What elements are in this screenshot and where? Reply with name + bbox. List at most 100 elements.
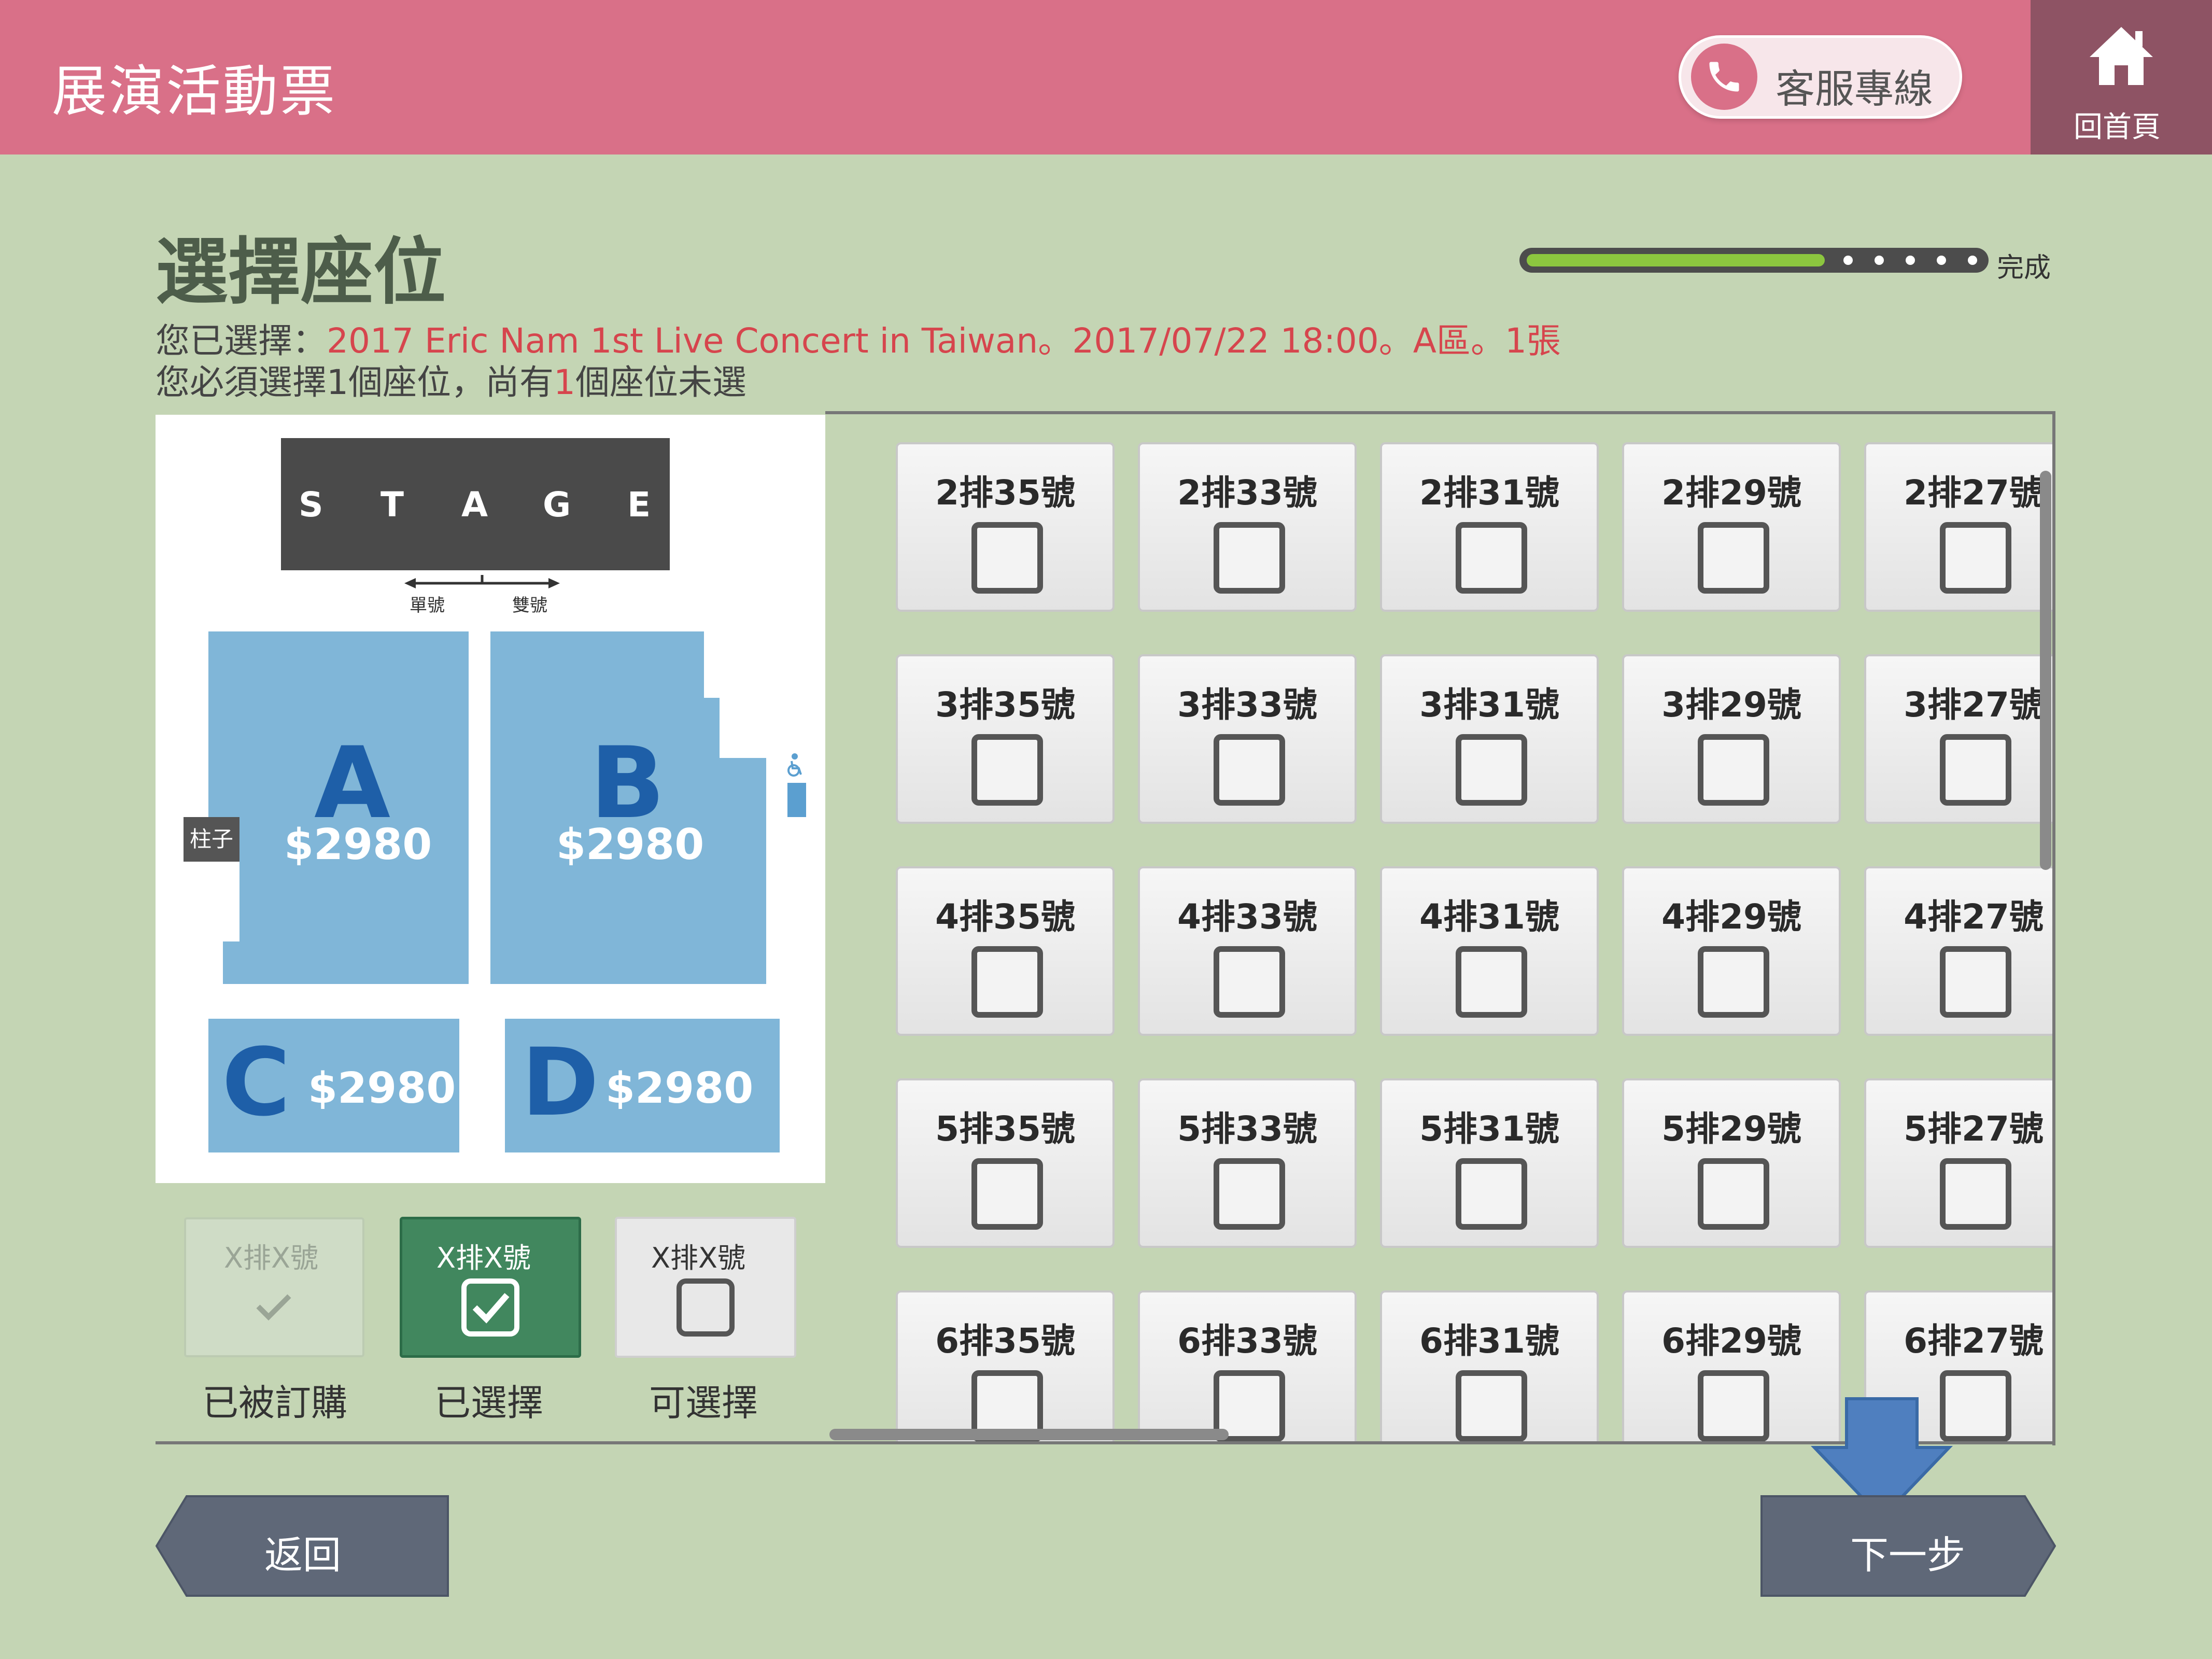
progress-step-dot — [1906, 256, 1915, 265]
progress-step-dot — [1968, 256, 1977, 265]
back-button[interactable]: 返回 — [156, 1494, 450, 1598]
page-title: 選擇座位 — [156, 230, 446, 315]
progress-step-dot — [1843, 256, 1853, 265]
section-d-letter: D — [522, 1029, 599, 1137]
seat-requirement: 您必須選擇1個座位，尚有1個座位未選 — [156, 355, 746, 404]
seat-tile[interactable]: 6排35號 — [896, 1290, 1115, 1441]
seat-tile[interactable]: 2排33號 — [1138, 442, 1357, 612]
seat-checkbox[interactable] — [1214, 946, 1285, 1018]
seat-label: 5排29號 — [1661, 1109, 1801, 1149]
seat-grid: 2排35號 2排33號 2排31號 2排29號 2排27號 3排35號 3排33號 3排31號… — [828, 414, 2052, 1441]
seat-checkbox[interactable] — [1940, 1158, 2011, 1230]
seat-checkbox[interactable] — [1940, 946, 2011, 1018]
seat-tile[interactable]: 4排31號 — [1380, 866, 1599, 1036]
remaining-count: 1 — [554, 362, 575, 402]
empty-checkbox-icon — [677, 1278, 735, 1337]
seat-tile[interactable]: 2排27號 — [1864, 442, 2052, 612]
seat-tile[interactable]: 6排29號 — [1622, 1290, 1841, 1441]
seat-tile[interactable]: 5排35號 — [896, 1078, 1115, 1248]
seat-checkbox[interactable] — [1214, 734, 1285, 806]
seat-tile[interactable]: 4排35號 — [896, 866, 1115, 1036]
seat-checkbox[interactable] — [1698, 946, 1769, 1018]
seat-label: 5排33號 — [1177, 1109, 1317, 1149]
seat-label: 2排35號 — [935, 473, 1075, 513]
seat-checkbox[interactable] — [971, 1158, 1043, 1230]
seat-label: 4排35號 — [935, 897, 1075, 937]
seat-tile[interactable]: 6排31號 — [1380, 1290, 1599, 1441]
seat-tile[interactable]: 5排27號 — [1864, 1078, 2052, 1248]
direction-arrow-icon — [404, 575, 560, 588]
seat-tile[interactable]: 6排33號 — [1138, 1290, 1357, 1441]
seat-checkbox[interactable] — [1214, 522, 1285, 594]
seat-tile[interactable]: 5排33號 — [1138, 1078, 1357, 1248]
seat-label: 4排33號 — [1177, 897, 1317, 937]
checked-checkbox-icon — [461, 1278, 519, 1337]
seat-checkbox[interactable] — [1698, 1370, 1769, 1441]
phone-icon — [1691, 44, 1757, 110]
legend-booked-seat-text: X排X號 — [224, 1242, 318, 1274]
seat-tile[interactable]: 4排29號 — [1622, 866, 1841, 1036]
stage-letter: G — [543, 485, 571, 525]
seat-tile[interactable]: 3排29號 — [1622, 654, 1841, 824]
seat-label: 5排27號 — [1904, 1109, 2044, 1149]
stage-letter: S — [299, 485, 323, 525]
checkmark-icon — [256, 1294, 291, 1321]
seat-tile[interactable]: 2排31號 — [1380, 442, 1599, 612]
seat-tile[interactable]: 3排31號 — [1380, 654, 1599, 824]
seat-checkbox[interactable] — [1698, 734, 1769, 806]
seat-tile[interactable]: 4排27號 — [1864, 866, 2052, 1036]
legend-selected-seat-text: X排X號 — [436, 1242, 531, 1274]
seat-tile[interactable]: 3排33號 — [1138, 654, 1357, 824]
seat-checkbox[interactable] — [1940, 734, 2011, 806]
seat-label: 6排27號 — [1904, 1321, 2044, 1361]
seat-checkbox[interactable] — [1698, 1158, 1769, 1230]
seat-label: 3排29號 — [1661, 685, 1801, 725]
wheelchair-icon — [787, 753, 806, 817]
seat-checkbox[interactable] — [1456, 1158, 1527, 1230]
seat-tile[interactable]: 4排33號 — [1138, 866, 1357, 1036]
next-button-label: 下一步 — [1850, 1533, 1965, 1578]
progress-step-dot — [1937, 256, 1946, 265]
seat-label: 6排29號 — [1661, 1321, 1801, 1361]
legend-available-seat-text: X排X號 — [651, 1242, 745, 1274]
seat-label: 2排33號 — [1177, 473, 1317, 513]
seat-checkbox[interactable] — [971, 522, 1043, 594]
seat-tile[interactable]: 5排31號 — [1380, 1078, 1599, 1248]
section-c-letter: C — [222, 1029, 291, 1137]
home-label: 回首頁 — [2074, 110, 2161, 144]
seat-label: 4排31號 — [1419, 897, 1559, 937]
section-c-price: $2980 — [308, 1064, 456, 1113]
seat-label: 2排31號 — [1419, 473, 1559, 513]
progress-done-label: 完成 — [1997, 252, 2051, 284]
seat-label: 6排35號 — [935, 1321, 1075, 1361]
seat-checkbox[interactable] — [1456, 1370, 1527, 1441]
seat-checkbox[interactable] — [971, 946, 1043, 1018]
vertical-scrollbar[interactable] — [2040, 471, 2051, 870]
legend-available-caption: 可選擇 — [649, 1382, 758, 1424]
seat-checkbox[interactable] — [971, 734, 1043, 806]
seat-tile[interactable]: 3排27號 — [1864, 654, 2052, 824]
seat-tile[interactable]: 5排29號 — [1622, 1078, 1841, 1248]
seat-checkbox[interactable] — [1214, 1158, 1285, 1230]
seat-checkbox[interactable] — [1940, 522, 2011, 594]
seat-label: 3排31號 — [1419, 685, 1559, 725]
stage-letter: A — [461, 485, 488, 525]
seat-tile[interactable]: 3排35號 — [896, 654, 1115, 824]
seat-label: 3排33號 — [1177, 685, 1317, 725]
seat-checkbox[interactable] — [1698, 522, 1769, 594]
seat-label: 6排31號 — [1419, 1321, 1559, 1361]
progress-step-dot — [1875, 256, 1884, 265]
seat-checkbox[interactable] — [1456, 734, 1527, 806]
seat-checkbox[interactable] — [1456, 946, 1527, 1018]
seat-tile[interactable]: 2排35號 — [896, 442, 1115, 612]
section-a-price: $2980 — [284, 820, 432, 869]
pillar-label: 柱子 — [184, 817, 239, 862]
seat-tile[interactable]: 2排29號 — [1622, 442, 1841, 612]
next-button[interactable]: 下一步 — [1759, 1494, 2056, 1598]
requirement-suffix: 個座位未選 — [575, 362, 746, 402]
back-button-label: 返回 — [264, 1533, 341, 1578]
seat-checkbox[interactable] — [1456, 522, 1527, 594]
horizontal-scrollbar[interactable] — [829, 1429, 1229, 1440]
seat-label: 6排33號 — [1177, 1321, 1317, 1361]
progress-fill — [1527, 254, 1825, 266]
